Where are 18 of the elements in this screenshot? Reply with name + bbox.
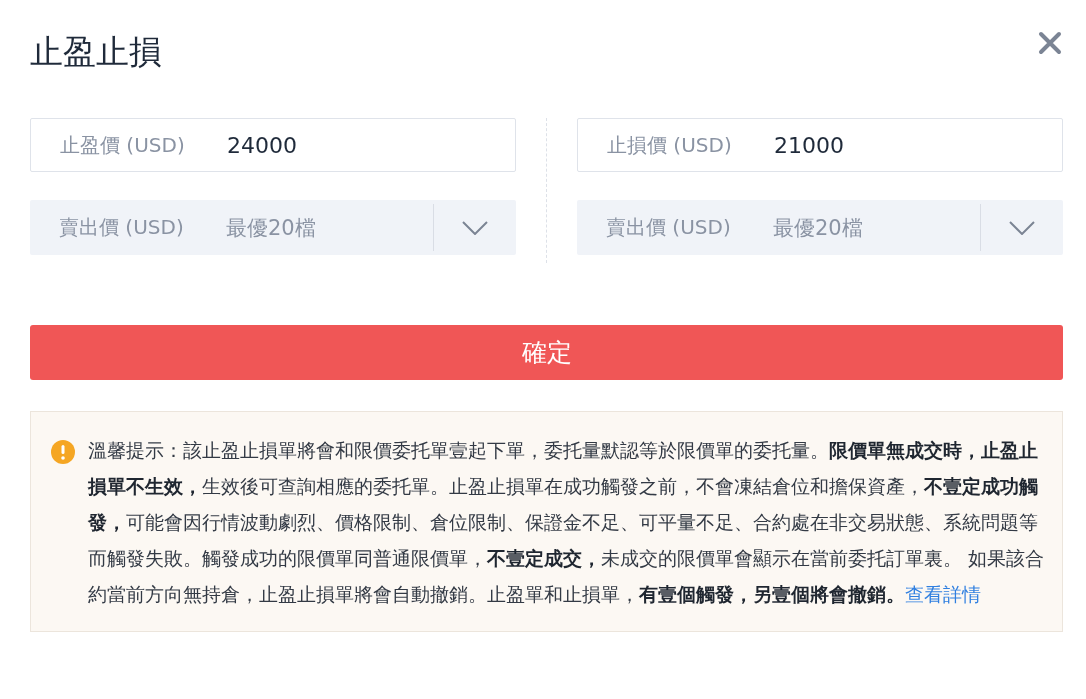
field-label: 止盈價 (USD): [60, 131, 186, 159]
select-value: 最優20檔: [773, 214, 864, 242]
chevron-down-icon: [462, 220, 488, 235]
price-input[interactable]: 21000: [774, 132, 974, 158]
price-field[interactable]: 止盈價 (USD) 24000: [30, 118, 516, 172]
dialog-title: 止盈止損: [30, 31, 162, 73]
field-label: 止損價 (USD): [607, 131, 733, 159]
field-label: 賣出價 (USD): [59, 214, 185, 241]
details-link[interactable]: 查看詳情: [905, 584, 981, 605]
price-input[interactable]: 24000: [227, 132, 427, 158]
warning-icon: [51, 440, 75, 464]
notice-text: 溫馨提示：該止盈止損單將會和限價委托單壹起下單，委托量默認等於限價單的委托量。限價單無成交時，止盈止損單不生效，生效後可查詢相應的委托單。止盈止損單在成功觸發之前，不會凍結倉位和擔保資產，不壹定成功觸發，可能會因行情波動劇烈、價格限制、倉位限制、保證金不足、可平量不足、合約處在非交易狀態、系統問題等而觸發失敗。觸發成功的限價單同普通限價單，不壹定成交，未成交的限價單會顯示在當前委托訂單裏。 如果該合約當前方向無持倉，止盈止損單將會自動撤銷。止盈單和止損單，有壹個觸發，另壹個將會撤銷。查看詳情: [88, 439, 1044, 607]
field-label: 賣出價 (USD): [606, 214, 732, 241]
close-button[interactable]: [1037, 30, 1063, 56]
close-icon: [1038, 31, 1062, 55]
select-value: 最優20檔: [226, 214, 317, 242]
chevron-down-icon: [1009, 220, 1035, 235]
price-field[interactable]: 止損價 (USD) 21000: [577, 118, 1063, 172]
